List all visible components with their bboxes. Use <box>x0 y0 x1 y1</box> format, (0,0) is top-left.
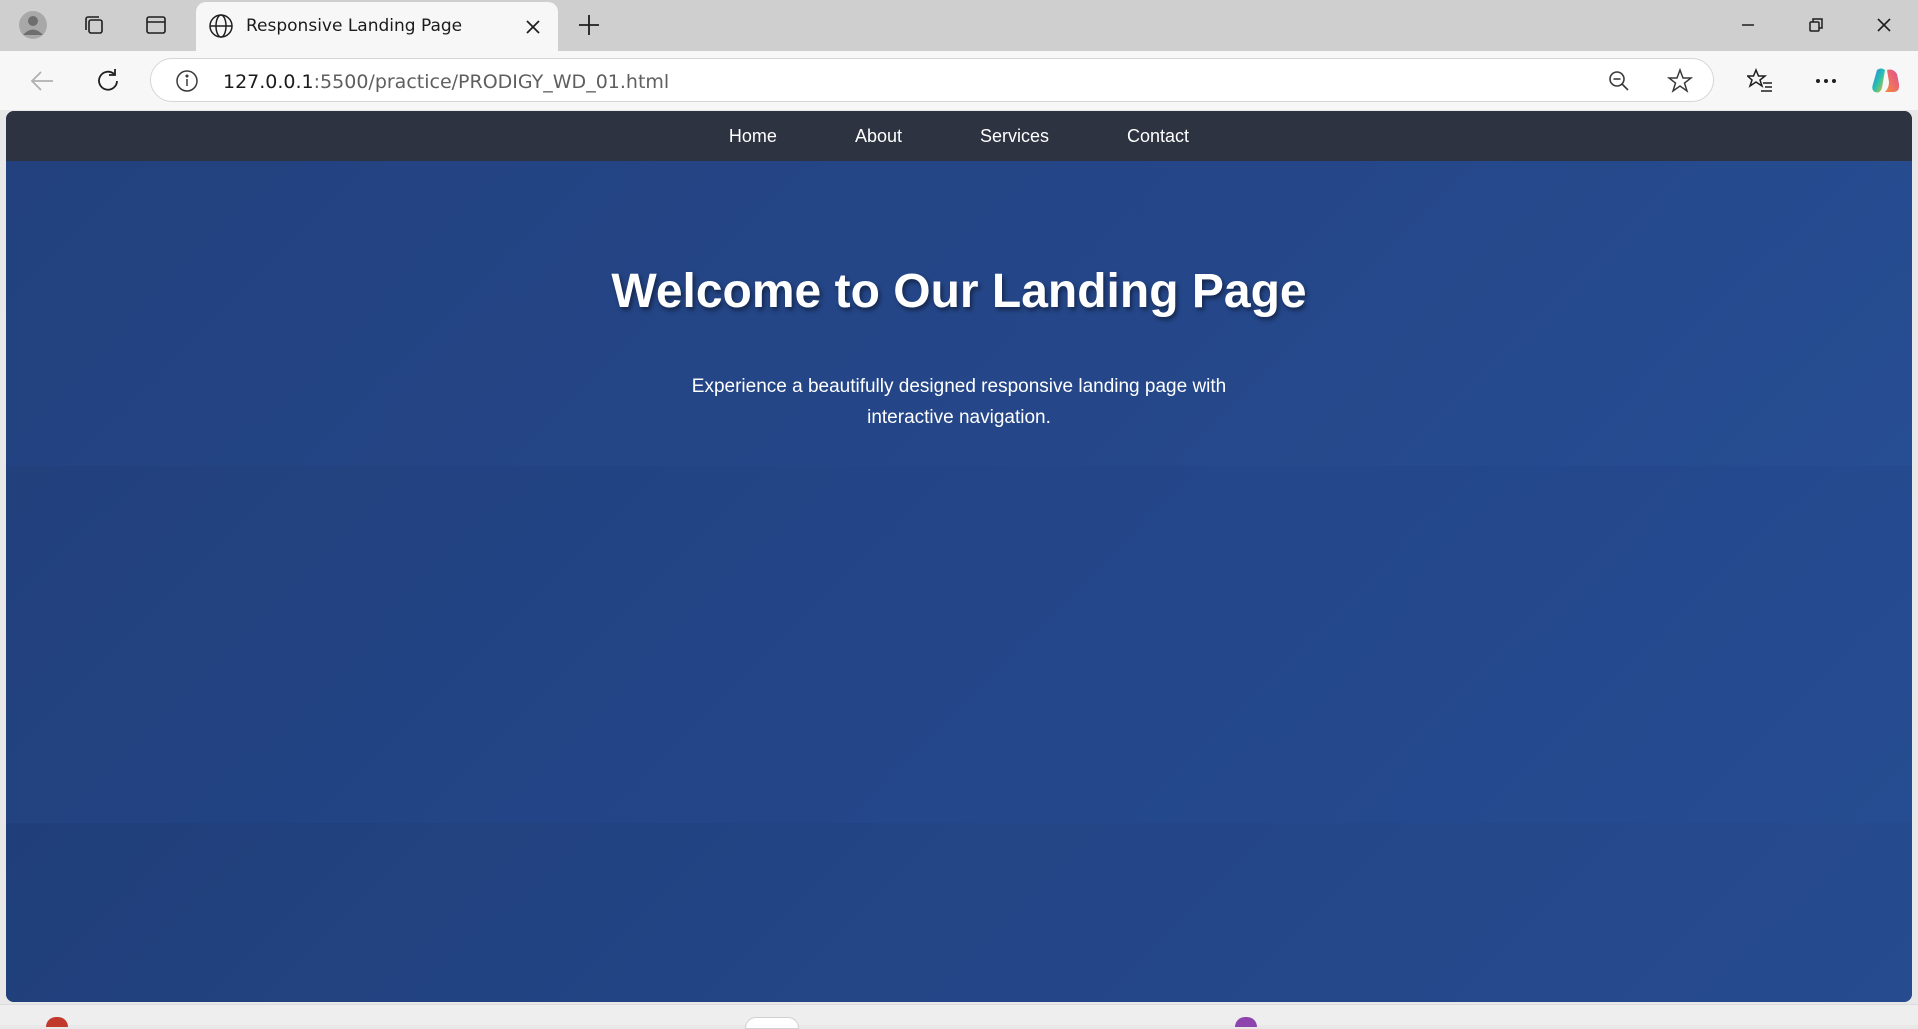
close-window-icon[interactable] <box>1850 0 1918 50</box>
taskbar-app-icon[interactable] <box>46 1017 68 1027</box>
nav-link-services[interactable]: Services <box>980 126 1049 147</box>
address-bar[interactable]: 127.0.0.1:5500/practice/PRODIGY_WD_01.ht… <box>150 58 1714 102</box>
refresh-icon[interactable] <box>86 59 130 103</box>
back-icon[interactable] <box>20 59 64 103</box>
vertical-tabs-icon[interactable] <box>132 6 180 44</box>
site-navbar: Home About Services Contact <box>6 111 1912 161</box>
collections-icon[interactable] <box>70 6 118 44</box>
favorite-star-icon[interactable] <box>1666 67 1694 99</box>
browser-toolbar: 127.0.0.1:5500/practice/PRODIGY_WD_01.ht… <box>0 51 1918 110</box>
nav-link-home[interactable]: Home <box>729 126 777 147</box>
profile-icon[interactable] <box>9 6 57 44</box>
minimize-icon[interactable] <box>1714 0 1782 50</box>
hero-subtitle: Experience a beautifully designed respon… <box>691 376 1227 428</box>
url-text: 127.0.0.1:5500/practice/PRODIGY_WD_01.ht… <box>223 71 669 93</box>
more-menu-icon[interactable] <box>1804 59 1848 103</box>
new-tab-icon[interactable] <box>565 6 613 44</box>
close-tab-icon[interactable] <box>520 14 546 40</box>
url-host: 127.0.0.1 <box>223 71 314 93</box>
copilot-icon[interactable] <box>1864 59 1908 103</box>
taskbar-edge <box>0 1004 1918 1029</box>
active-tab[interactable]: Responsive Landing Page <box>196 2 558 51</box>
tab-strip: Responsive Landing Page <box>0 0 1918 51</box>
nav-link-about[interactable]: About <box>855 126 902 147</box>
hero-section: Welcome to Our Landing Page Experience a… <box>6 161 1912 466</box>
content-section <box>6 466 1912 823</box>
globe-icon <box>208 13 234 44</box>
site-info-icon[interactable] <box>175 69 199 98</box>
nav-link-contact[interactable]: Contact <box>1127 126 1189 147</box>
restore-icon[interactable] <box>1782 0 1850 50</box>
content-section-lower <box>6 823 1912 1002</box>
url-path: :5500/practice/PRODIGY_WD_01.html <box>313 71 670 93</box>
hero-title: Welcome to Our Landing Page <box>611 265 1307 318</box>
taskbar-app-icon[interactable] <box>1235 1017 1257 1027</box>
tab-title: Responsive Landing Page <box>246 16 463 36</box>
zoom-out-icon[interactable] <box>1607 69 1631 98</box>
page-viewport: Home About Services Contact Welcome to O… <box>6 111 1912 1002</box>
taskbar-app-icon[interactable] <box>745 1017 799 1029</box>
favorites-list-icon[interactable] <box>1738 59 1782 103</box>
